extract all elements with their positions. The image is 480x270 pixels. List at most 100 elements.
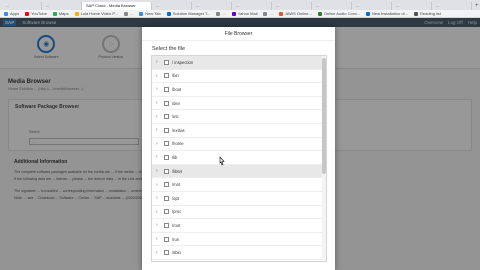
browser-tab-active[interactable]: SAP Cloud - Media Browser xyxy=(82,2,152,10)
bookmark-item[interactable]: Maps xyxy=(52,11,69,16)
bookmark-label: Apps xyxy=(10,11,20,16)
bookmark-item[interactable]: ... xyxy=(123,11,134,16)
dialog-subtitle: Select the file xyxy=(152,46,186,52)
expand-chevron-icon[interactable]: › xyxy=(156,182,162,188)
folder-label: /bin xyxy=(172,73,179,79)
file-tree-row[interactable]: › / inspection xyxy=(152,56,326,70)
row-checkbox[interactable] xyxy=(164,141,169,147)
bookmark-label: Yahoo Mail xyxy=(237,11,258,16)
dialog-title: File Browser xyxy=(142,27,335,41)
bookmarks-bar: Apps YouTube Maps Lula Home Video P...... Ne… xyxy=(0,10,480,18)
scrollbar-thumb[interactable] xyxy=(322,58,326,174)
expand-chevron-icon[interactable]: › xyxy=(156,86,162,92)
bookmark-item[interactable]: Reading list xyxy=(414,11,441,16)
bookmark-item[interactable]: ... xyxy=(263,11,273,16)
bookmark-label: YouTube xyxy=(31,11,47,16)
mouse-cursor-icon xyxy=(219,156,225,166)
browser-tab[interactable]: ... xyxy=(392,2,432,10)
browser-tab[interactable]: ... xyxy=(42,2,82,10)
row-checkbox[interactable] xyxy=(164,209,169,215)
expand-chevron-icon[interactable]: › xyxy=(156,59,162,65)
bookmark-favicon-icon xyxy=(231,11,236,16)
bookmark-favicon-icon xyxy=(365,11,370,16)
file-tree-row[interactable]: › /lib64 xyxy=(152,164,326,179)
bookmark-item[interactable]: New Tab xyxy=(139,11,161,16)
expand-chevron-icon[interactable]: › xyxy=(156,127,162,133)
folder-label: /dev xyxy=(172,100,180,106)
expand-chevron-icon[interactable]: › xyxy=(156,73,162,79)
row-checkbox[interactable] xyxy=(164,236,169,242)
browser-tab[interactable]: ... xyxy=(192,2,232,10)
file-tree-row[interactable]: › /boot xyxy=(152,83,326,97)
folder-label: /root xyxy=(172,222,181,228)
bookmark-favicon-icon xyxy=(263,11,268,16)
bookmark-label: New Tab xyxy=(145,11,161,16)
file-tree-row[interactable]: › /mnt xyxy=(152,178,326,192)
row-checkbox[interactable] xyxy=(164,59,169,65)
bookmark-item[interactable]: Online Audio Conv... xyxy=(317,11,360,16)
browser-tab[interactable]: ... xyxy=(2,2,42,10)
file-browser-dialog: File Browser Select the file › / inspecti… xyxy=(142,27,335,270)
row-checkbox[interactable] xyxy=(164,154,169,160)
row-checkbox[interactable] xyxy=(164,195,169,201)
bookmark-item[interactable]: Yahoo Mail xyxy=(231,11,258,16)
folder-label: /sbin xyxy=(172,250,181,256)
row-checkbox[interactable] xyxy=(164,127,169,133)
bookmark-item[interactable]: Lula Home Video P... xyxy=(74,11,118,16)
folder-label: /home xyxy=(172,141,184,147)
bookmark-favicon-icon xyxy=(123,11,128,16)
browser-tab[interactable]: ... xyxy=(352,2,392,10)
bookmark-label: New Installation of... xyxy=(371,11,409,16)
row-checkbox[interactable] xyxy=(164,168,169,174)
file-tree-row[interactable]: › /etc xyxy=(152,110,326,124)
bookmark-label: Reading list xyxy=(420,11,441,16)
expand-chevron-icon[interactable]: › xyxy=(156,195,162,201)
browser-tab-strip: ...... SAP Cloud - Media Browser.........… xyxy=(0,0,480,10)
file-tree-row[interactable]: › /extras xyxy=(152,124,326,138)
expand-chevron-icon[interactable]: › xyxy=(156,114,162,120)
row-checkbox[interactable] xyxy=(164,250,169,256)
bookmark-label: Maps xyxy=(58,11,69,16)
expand-chevron-icon[interactable]: › xyxy=(156,250,162,256)
expand-chevron-icon[interactable]: › xyxy=(156,209,162,215)
bookmark-label: ... xyxy=(129,11,134,16)
expand-chevron-icon[interactable]: › xyxy=(156,100,162,106)
bookmark-item[interactable]: Apps xyxy=(4,11,19,16)
file-tree-row[interactable]: › /run xyxy=(152,233,326,247)
file-tree-row[interactable]: › /bin xyxy=(152,70,326,84)
file-tree-row[interactable]: › /sbin xyxy=(152,246,326,260)
file-tree-row[interactable]: › /home xyxy=(152,138,326,152)
row-checkbox[interactable] xyxy=(164,222,169,228)
folder-label: /opt xyxy=(172,195,179,201)
browser-tab[interactable]: ... xyxy=(272,2,312,10)
browser-tab[interactable]: ... xyxy=(232,2,272,10)
bookmark-item[interactable]: YouTube xyxy=(25,11,47,16)
bookmark-item[interactable]: New Installation of... xyxy=(365,11,409,16)
bookmark-favicon-icon xyxy=(4,11,8,16)
new-tab-button[interactable]: + xyxy=(472,2,480,10)
file-tree-row[interactable]: › /opt xyxy=(152,192,326,206)
row-checkbox[interactable] xyxy=(164,86,169,92)
file-tree-row[interactable]: › /lib xyxy=(152,151,326,165)
bookmark-favicon-icon xyxy=(139,11,144,16)
bookmark-item[interactable]: JAWS Online... xyxy=(278,11,312,16)
row-checkbox[interactable] xyxy=(164,182,169,188)
expand-chevron-icon[interactable]: › xyxy=(156,141,162,147)
row-checkbox[interactable] xyxy=(164,100,169,106)
browser-tab[interactable]: ... xyxy=(432,2,472,10)
row-checkbox[interactable] xyxy=(164,114,169,120)
browser-tab[interactable]: ... xyxy=(312,2,352,10)
bookmark-label: ... xyxy=(269,11,273,16)
file-tree-row[interactable]: › /dev xyxy=(152,97,326,111)
expand-chevron-icon[interactable]: › xyxy=(156,236,162,242)
expand-chevron-icon[interactable]: › xyxy=(156,168,162,174)
bookmark-item[interactable]: Solution Manager T... xyxy=(166,11,210,16)
expand-chevron-icon[interactable]: › xyxy=(156,154,162,160)
expand-chevron-icon[interactable]: › xyxy=(156,222,162,228)
row-checkbox[interactable] xyxy=(164,73,169,79)
folder-label: /lib xyxy=(172,154,178,160)
file-tree-row[interactable]: › /proc xyxy=(152,206,326,220)
file-tree-row[interactable]: › /root xyxy=(152,219,326,233)
bookmark-item[interactable]: ... xyxy=(216,11,226,16)
browser-tab[interactable]: ... xyxy=(152,2,192,10)
